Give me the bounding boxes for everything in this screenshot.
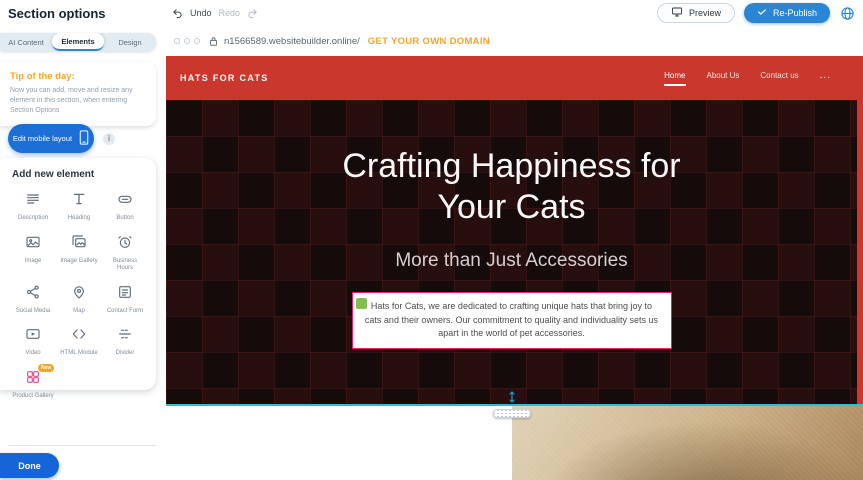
element-grid: Description Heading Button Image Image G… [12,191,146,400]
redo-button[interactable]: Redo [219,8,241,18]
tip-body: Now you can add, move and resize any ele… [10,86,144,116]
edit-mobile-layout-button[interactable]: Edit mobile layout [8,124,94,153]
element-description[interactable]: Description [12,191,54,223]
add-element-title: Add new element [12,169,146,180]
preview-button-label: Preview [689,8,721,18]
site-scroll-strip [857,56,863,406]
hero-subtitle[interactable]: More than Just Accessories [166,250,857,272]
image-gallery-icon [71,234,87,255]
next-section-background-image [512,406,863,480]
nav-contact[interactable]: Contact us [760,71,798,86]
element-product-gallery[interactable]: New Product Gallery [12,369,54,401]
get-domain-link[interactable]: GET YOUR OWN DOMAIN [368,36,490,47]
tip-title: Tip of the day: [10,71,144,82]
tab-design[interactable]: Design [104,33,156,51]
window-dots [174,38,200,44]
window-dot-icon [184,38,190,44]
section-resize-handle[interactable] [492,390,532,418]
undo-icon[interactable] [172,8,183,19]
element-contact-form[interactable]: Contact Form [104,284,146,316]
business-hours-icon [117,234,133,255]
site-url: n1566589.websitebuilder.online/ [224,36,360,47]
page-title: Section options [8,6,106,21]
hero-section: Crafting Happiness for Your Cats More th… [166,100,857,404]
video-icon [25,326,41,347]
divider-icon [117,326,133,347]
element-image-gallery[interactable]: Image Gallery [58,234,100,273]
description-icon [25,191,41,212]
nav-home[interactable]: Home [664,71,685,86]
undo-redo-group: Undo Redo [172,0,258,26]
element-divider[interactable]: Divider [104,326,146,358]
globe-icon[interactable] [839,5,855,21]
info-icon[interactable]: i [103,133,115,145]
mobile-layout-row: Edit mobile layout i [8,124,115,153]
element-button[interactable]: Button [104,191,146,223]
element-business-hours[interactable]: Business Hours [104,234,146,273]
nav-about[interactable]: About Us [707,71,740,86]
social-media-icon [25,284,41,305]
hero-paragraph-text: Hats for Cats, we are dedicated to craft… [365,301,658,339]
window-dot-icon [174,38,180,44]
website-builder-app: Section options Undo Redo Preview [0,0,863,480]
resize-arrows-icon [492,390,532,408]
republish-button[interactable]: Re-Publish [744,3,830,23]
button-icon [117,191,133,212]
new-badge: New [38,364,54,372]
element-image[interactable]: Image [12,234,54,273]
tab-ai-content[interactable]: AI Content [0,33,52,51]
lock-icon [209,36,218,47]
tip-of-the-day-card: Tip of the day: Now you can add, move an… [0,62,156,126]
html-module-icon [71,326,87,347]
product-gallery-icon [25,369,41,390]
undo-button[interactable]: Undo [190,8,212,18]
site-logo[interactable]: HATS FOR CATS [180,73,269,83]
site-preview: HATS FOR CATS Home About Us Contact us .… [166,56,863,480]
hero-title[interactable]: Crafting Happiness for Your Cats [317,146,707,228]
element-html-module[interactable]: HTML Module [58,326,100,358]
sidebar-tabs: AI Content Elements Design [0,33,156,51]
site-nav: Home About Us Contact us ... [664,70,831,86]
tab-elements[interactable]: Elements [52,33,104,51]
element-map[interactable]: Map [58,284,100,316]
top-bar: Section options Undo Redo Preview [0,0,863,26]
add-element-panel: Add new element Description Heading Butt… [0,158,156,390]
check-icon [757,7,767,19]
done-button[interactable]: Done [0,453,59,478]
hero-paragraph-selected[interactable]: Hats for Cats, we are dedicated to craft… [352,292,672,350]
browser-bar: n1566589.websitebuilder.online/ GET YOUR… [166,26,863,56]
redo-icon[interactable] [247,8,258,19]
contact-form-icon [117,284,133,305]
monitor-icon [671,6,683,20]
nav-more-button[interactable]: ... [820,70,831,86]
element-video[interactable]: Video [12,326,54,358]
window-dot-icon [194,38,200,44]
site-header: HATS FOR CATS Home About Us Contact us .… [166,56,863,100]
image-icon [25,234,41,255]
edit-mobile-layout-label: Edit mobile layout [13,134,72,143]
element-social-media[interactable]: Social Media [12,284,54,316]
resize-grip[interactable] [493,409,531,418]
republish-button-label: Re-Publish [773,8,817,18]
sidebar: AI Content Elements Design Tip of the da… [0,26,166,480]
element-drag-handle[interactable] [356,298,367,309]
heading-icon [71,191,87,212]
topbar-actions: Preview Re-Publish [657,3,863,23]
element-heading[interactable]: Heading [58,191,100,223]
phone-icon [79,130,89,147]
map-icon [71,284,87,305]
sidebar-divider [8,445,156,446]
preview-button[interactable]: Preview [657,3,735,23]
